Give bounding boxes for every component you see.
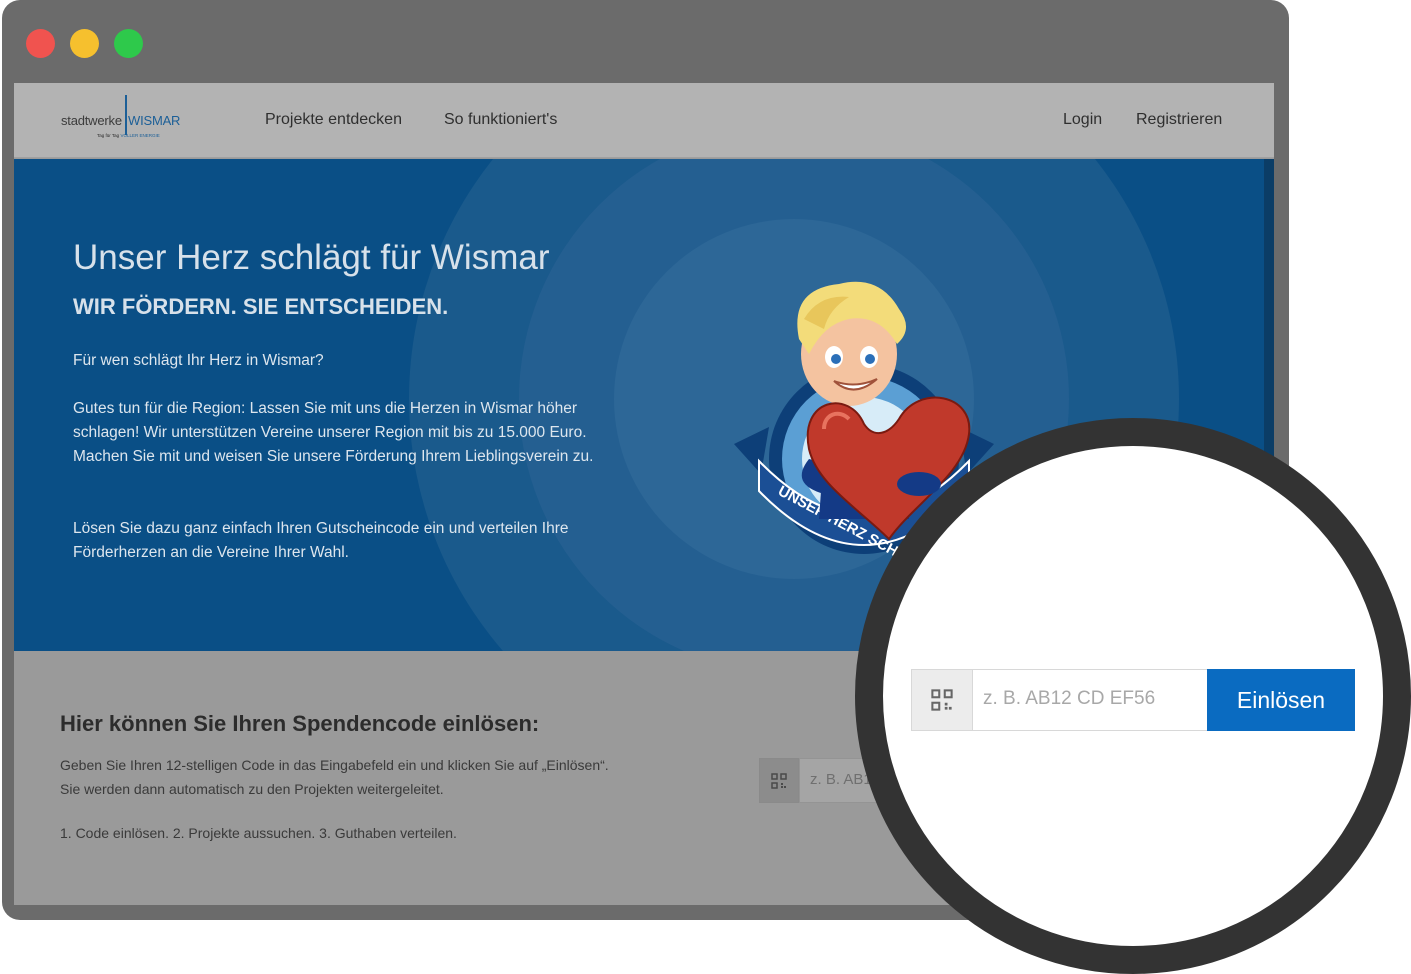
hero-title: Unser Herz schlägt für Wismar (73, 238, 550, 277)
navbar: stadtwerke WISMAR Tag für Tag VOLLER ENE… (14, 83, 1274, 158)
hero-question: Für wen schlägt Ihr Herz in Wismar? (73, 352, 324, 369)
stadtwerke-wismar-logo[interactable]: stadtwerke WISMAR Tag für Tag VOLLER ENE… (61, 95, 191, 143)
logo-word-wismar: WISMAR (128, 113, 181, 128)
nav-projekte-entdecken[interactable]: Projekte entdecken (265, 111, 402, 129)
nav-so-funktionierts[interactable]: So funktioniert's (444, 111, 557, 129)
logo-divider (125, 95, 127, 135)
nav-registrieren[interactable]: Registrieren (1136, 111, 1222, 129)
logo-word-stadtwerke: stadtwerke (61, 113, 122, 128)
redeem-steps: 1. Code einlösen. 2. Projekte aussuchen.… (60, 825, 457, 841)
qr-code-icon (911, 669, 973, 731)
hero-instruction: Lösen Sie dazu ganz einfach Ihren Gutsch… (73, 520, 569, 561)
redeem-description: Geben Sie Ihren 12-stelligen Code in das… (60, 757, 609, 797)
hero-subtitle: WIR FÖRDERN. SIE ENTSCHEIDEN. (73, 294, 449, 319)
zoom-window-button[interactable] (114, 29, 143, 58)
qr-code-icon (759, 758, 799, 803)
redeem-title: Hier können Sie Ihren Spendencode einlös… (60, 711, 540, 736)
close-window-button[interactable] (26, 29, 55, 58)
hero-paragraph: Gutes tun für die Region: Lassen Sie mit… (73, 400, 594, 465)
nav-login[interactable]: Login (1063, 111, 1102, 129)
minimize-window-button[interactable] (70, 29, 99, 58)
code-input[interactable]: z. B. AB12 CD EF56 (972, 669, 1208, 731)
logo-tagline: Tag für Tag VOLLER ENERGIE (97, 133, 160, 138)
einloesen-button[interactable]: Einlösen (1207, 669, 1355, 731)
